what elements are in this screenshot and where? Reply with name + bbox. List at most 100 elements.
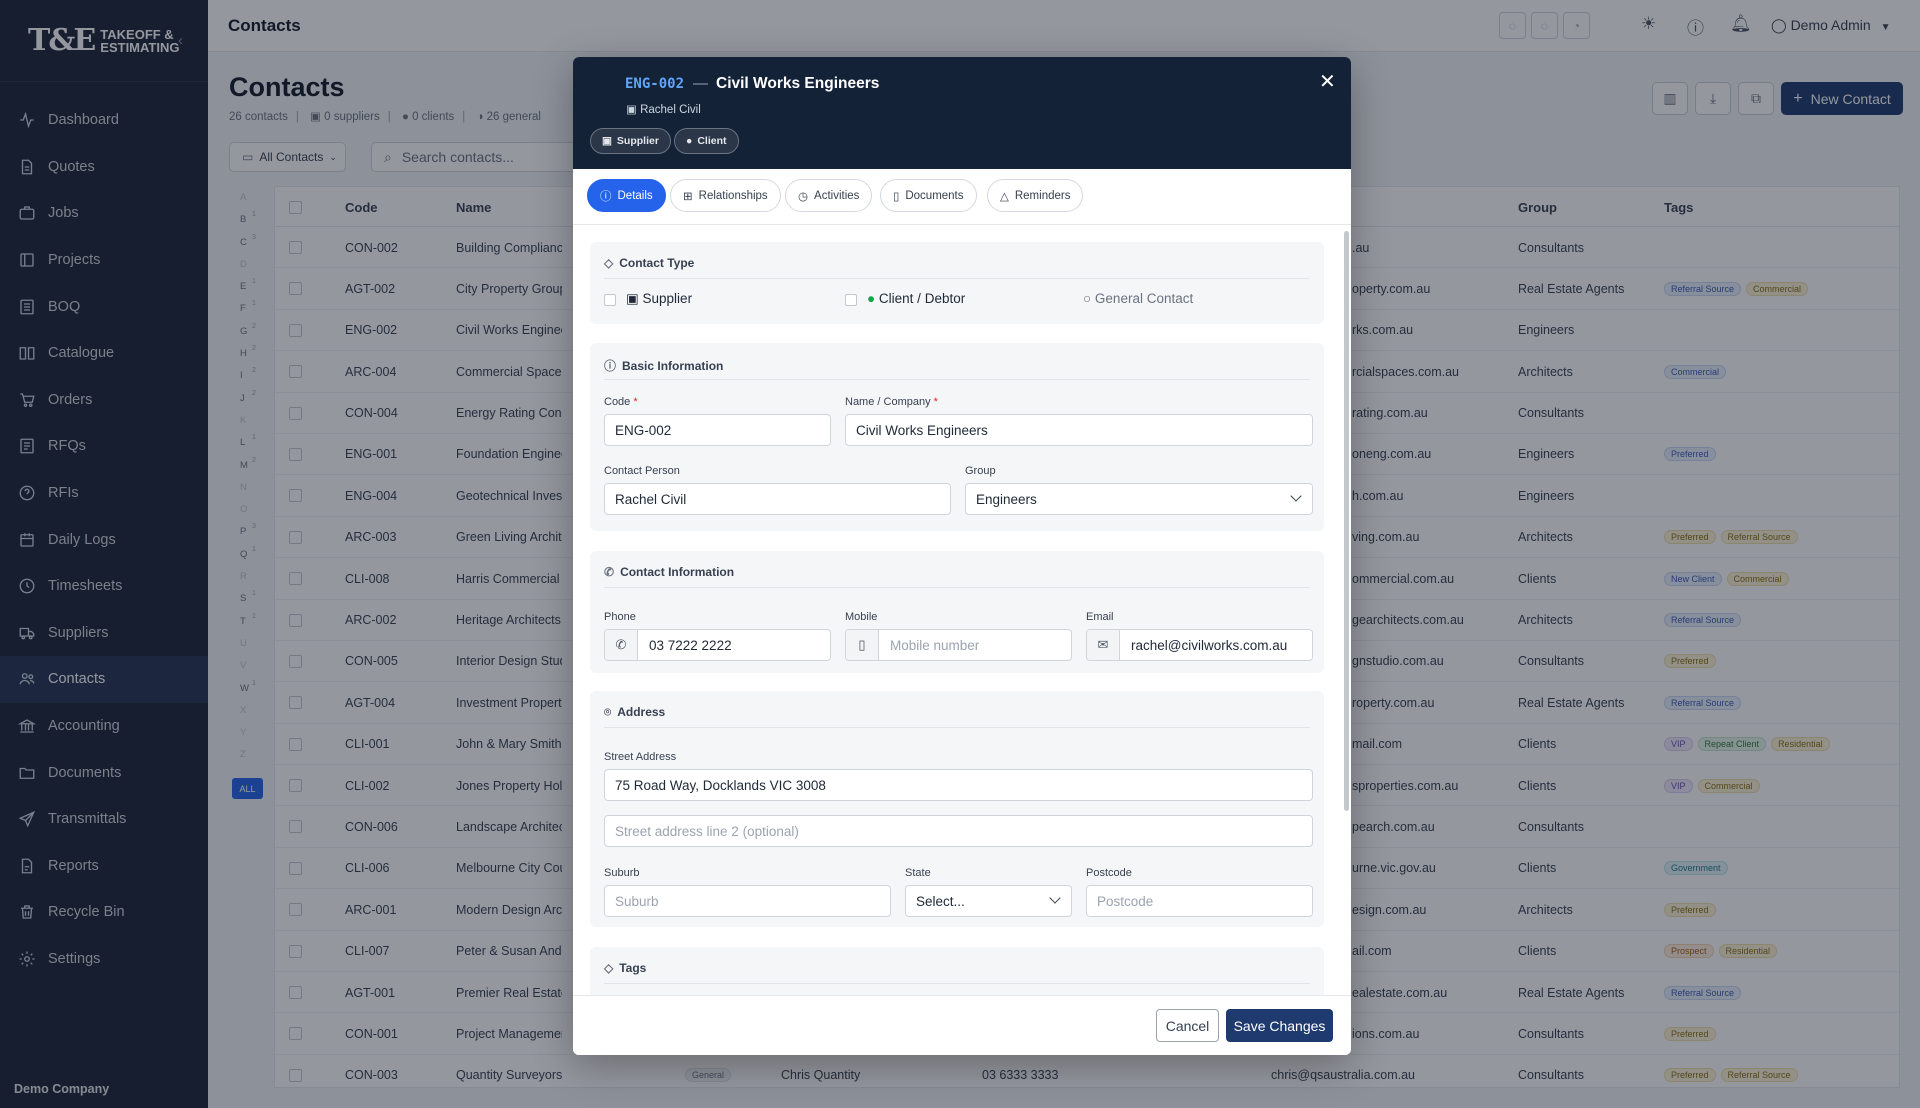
modal-person-name: Rachel Civil	[640, 104, 701, 116]
tag-icon: ◇	[604, 961, 614, 975]
code-input[interactable]: ENG-002	[604, 414, 831, 446]
section-address: ⌾ Address Street Address 75 Road Way, Doc…	[590, 691, 1324, 927]
tag-icon: ◇	[604, 256, 614, 270]
phone-icon: ✆	[605, 630, 638, 660]
postcode-input[interactable]: Postcode	[1086, 885, 1313, 917]
section-basic-info: ⓘ Basic Information Code * ENG-002 Name /…	[590, 343, 1324, 531]
chevron-down-icon	[1290, 490, 1302, 502]
network-icon: ⊞	[683, 190, 693, 203]
tab-activities[interactable]: ◷ Activities	[785, 179, 873, 212]
tab-reminders-label: Reminders	[1014, 189, 1071, 202]
badge-client: ● Client	[674, 128, 739, 154]
email-input[interactable]: ✉ rachel@civilworks.com.au	[1086, 629, 1313, 661]
required-mark: *	[633, 396, 638, 408]
contact-person-label: Contact Person	[604, 465, 680, 477]
clock-icon: ◷	[798, 190, 809, 203]
state-select-value: Select...	[916, 893, 965, 909]
section-title: ◇ Tags	[604, 961, 646, 975]
mobile-input[interactable]: ▯ Mobile number	[845, 629, 1072, 661]
person-icon: ●	[867, 291, 876, 306]
tab-details[interactable]: ⓘ Details	[587, 179, 666, 212]
phone-input[interactable]: ✆ 03 7222 2222	[604, 629, 831, 661]
section-title: ◇ Contact Type	[604, 256, 694, 270]
modal-contact-person: ▣ Rachel Civil	[626, 102, 701, 116]
street-input[interactable]: 75 Road Way, Docklands VIC 3008	[604, 769, 1313, 801]
group-select-value: Engineers	[976, 491, 1037, 507]
contact-person-input[interactable]: Rachel Civil	[604, 483, 951, 515]
document-icon: ▯	[893, 190, 900, 203]
contact-info-title: Contact Information	[620, 565, 735, 579]
map-pin-icon: ⌾	[604, 705, 612, 719]
general-text: General Contact	[1094, 291, 1194, 306]
client-text: Client / Debtor	[878, 291, 966, 306]
section-tags: ◇ Tags	[590, 947, 1324, 995]
cancel-button[interactable]: Cancel	[1156, 1009, 1219, 1042]
name-label: Name / Company *	[845, 396, 938, 408]
tab-relationships-label: Relationships	[698, 189, 768, 202]
mobile-placeholder: Mobile number	[890, 637, 980, 653]
basic-info-title: Basic Information	[622, 359, 724, 373]
info-icon: ⓘ	[604, 359, 617, 373]
code-label-text: Code	[604, 396, 631, 408]
phone-value: 03 7222 2222	[649, 637, 732, 653]
save-changes-button[interactable]: Save Changes	[1226, 1009, 1333, 1042]
section-title: ⓘ Basic Information	[604, 357, 723, 374]
supplier-checkbox[interactable]	[604, 294, 616, 306]
tab-reminders[interactable]: △ Reminders	[987, 179, 1084, 212]
badge-client-label: Client	[697, 135, 727, 147]
suburb-label: Suburb	[604, 867, 640, 879]
suburb-input[interactable]: Suburb	[604, 885, 891, 917]
supplier-type-label[interactable]: ▣ Supplier	[626, 291, 692, 307]
close-icon[interactable]: ✕	[1319, 69, 1336, 94]
postcode-label: Postcode	[1086, 867, 1132, 879]
section-title: ⌾ Address	[604, 705, 665, 720]
person-outline-icon: ○	[1083, 291, 1092, 306]
section-contact-type: ◇ Contact Type ▣ Supplier ● Client / Debt…	[590, 242, 1324, 324]
info-icon: ⓘ	[600, 190, 612, 203]
person-icon: ●	[686, 135, 693, 147]
building-icon: ▣	[602, 135, 612, 147]
building-icon: ▣	[626, 104, 637, 116]
client-type-label[interactable]: ● Client / Debtor	[867, 291, 965, 306]
address-title: Address	[617, 705, 666, 719]
badge-supplier-label: Supplier	[616, 135, 659, 147]
state-label: State	[905, 867, 931, 879]
name-input[interactable]: Civil Works Engineers	[845, 414, 1313, 446]
street2-input[interactable]: Street address line 2 (optional)	[604, 815, 1313, 847]
mail-icon: ✉	[1087, 630, 1120, 660]
email-label: Email	[1086, 611, 1114, 623]
modal-tabs: ⓘ Details ⊞ Relationships ◷ Activities ▯ Doc…	[573, 169, 1351, 225]
modal-contact-code: ENG-002	[625, 76, 685, 92]
state-select[interactable]: Select...	[905, 885, 1072, 917]
edit-contact-modal: ENG-002 — Civil Works Engineers ▣ Rachel…	[573, 57, 1351, 1055]
badge-supplier: ▣ Supplier	[590, 128, 671, 154]
mobile-icon: ▯	[846, 630, 879, 660]
group-label: Group	[965, 465, 996, 477]
required-mark: *	[933, 396, 938, 408]
section-contact-info: ✆ Contact Information Phone ✆ 03 7222 2222…	[590, 551, 1324, 673]
group-select[interactable]: Engineers	[965, 483, 1313, 515]
mobile-label: Mobile	[845, 611, 878, 623]
bell-icon: △	[1000, 190, 1009, 203]
phone-label: Phone	[604, 611, 636, 623]
phone-icon: ✆	[604, 565, 615, 579]
code-label: Code *	[604, 396, 638, 408]
tab-relationships[interactable]: ⊞ Relationships	[670, 179, 781, 212]
email-value: rachel@civilworks.com.au	[1131, 637, 1288, 653]
street-label: Street Address	[604, 751, 677, 763]
tab-documents-label: Documents	[905, 189, 964, 202]
building-icon: ▣	[626, 291, 639, 306]
client-checkbox[interactable]	[845, 294, 857, 306]
tab-documents[interactable]: ▯ Documents	[880, 179, 977, 212]
modal-header: ENG-002 — Civil Works Engineers ▣ Rachel…	[573, 57, 1351, 169]
name-label-text: Name / Company	[845, 396, 931, 408]
modal-title-separator: —	[693, 75, 708, 92]
modal-scrollbar[interactable]	[1344, 231, 1349, 811]
modal-body[interactable]: ◇ Contact Type ▣ Supplier ● Client / Debt…	[573, 225, 1351, 995]
supplier-text: Supplier	[642, 291, 693, 306]
app-root: T&E TAKEOFF & ESTIMATING ‹ Dashboard Quot…	[0, 0, 1920, 1108]
tab-activities-label: Activities	[814, 189, 860, 202]
tags-title: Tags	[619, 961, 647, 975]
modal-contact-name: Civil Works Engineers	[716, 75, 880, 92]
contact-type-title: Contact Type	[619, 256, 695, 270]
